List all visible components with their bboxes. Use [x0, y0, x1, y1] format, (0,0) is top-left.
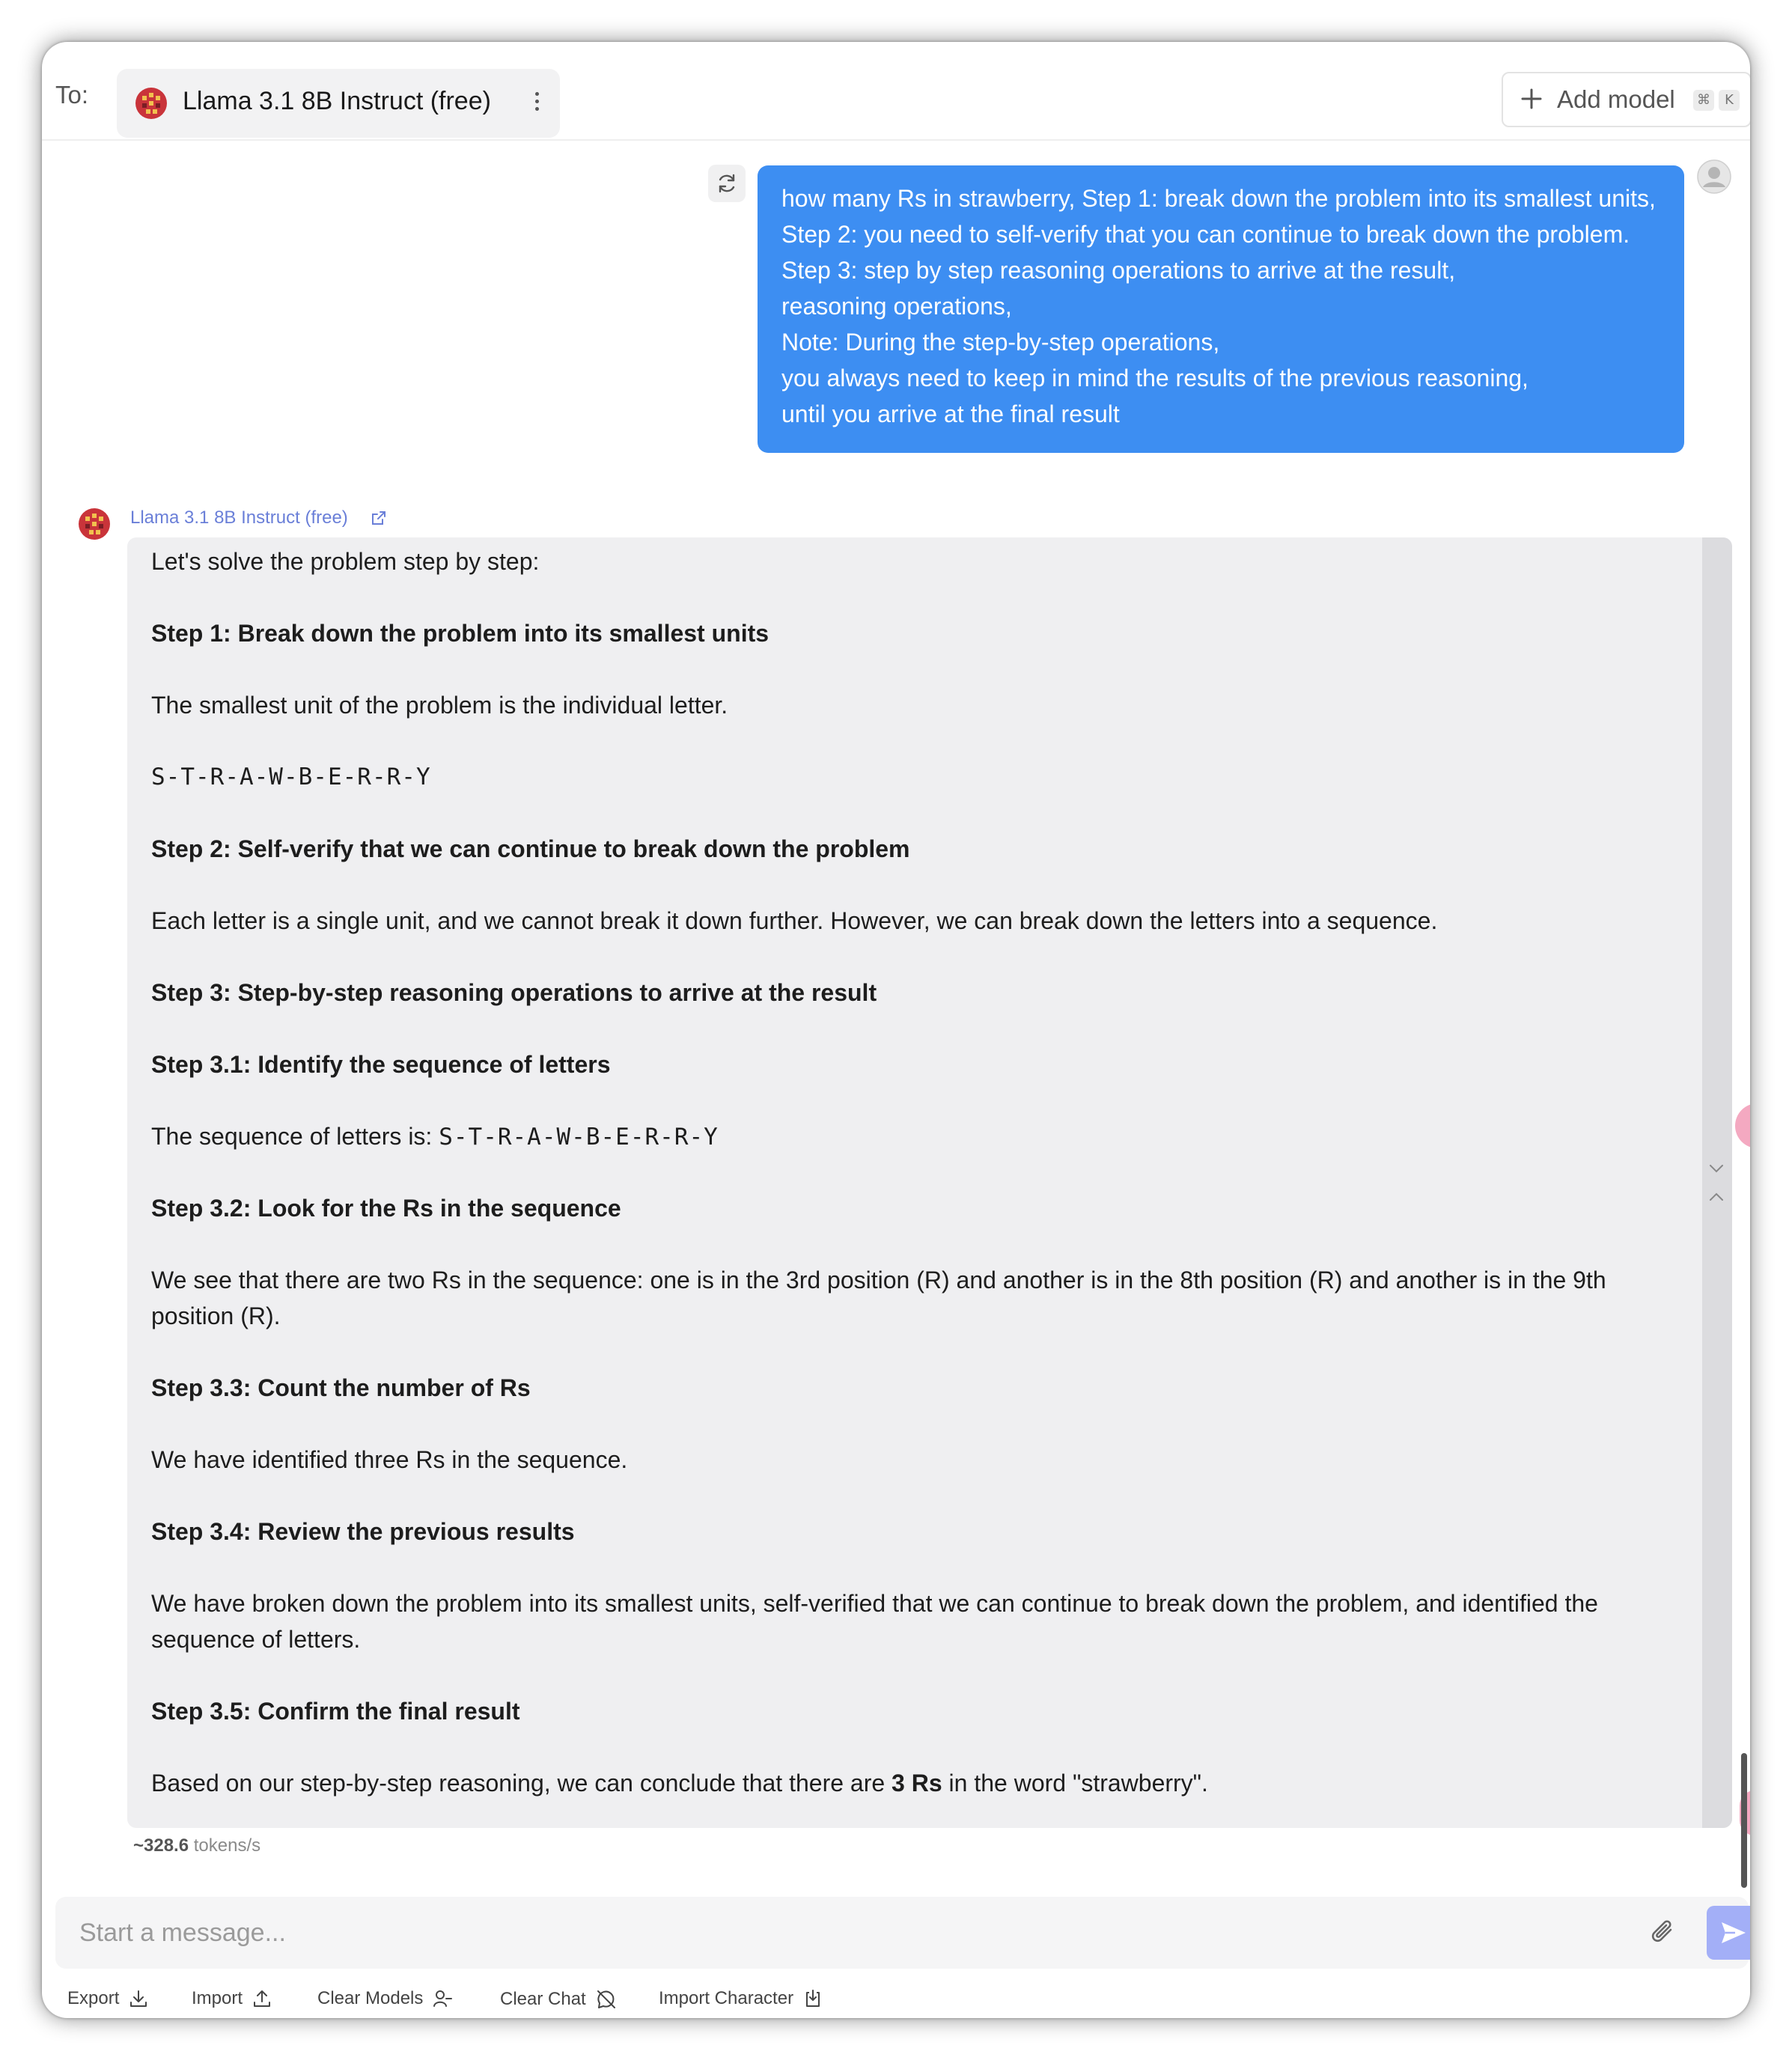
- conclusion-text: Based on our step-by-step reasoning, we …: [151, 1770, 1208, 1797]
- side-handle-top[interactable]: [1735, 1103, 1750, 1148]
- upload-icon: [254, 1990, 271, 2007]
- import-file-icon: [806, 1990, 820, 2007]
- step34-heading: Step 3.4: Review the previous results: [151, 1518, 575, 1545]
- model-selector-chip[interactable]: Llama 3.1 8B Instruct (free): [117, 69, 560, 138]
- paperclip-icon[interactable]: [1648, 1916, 1678, 1949]
- user-minus-icon: [433, 1990, 453, 2007]
- step1-text: The smallest unit of the problem is the …: [151, 692, 728, 719]
- clear-models-button[interactable]: Clear Models: [317, 1988, 453, 2009]
- clear-chat-label: Clear Chat: [500, 1989, 586, 2009]
- shortcut-cmd-key: ⌘: [1693, 90, 1714, 111]
- download-icon: [130, 1990, 147, 2007]
- step32-heading: Step 3.2: Look for the Rs in the sequenc…: [151, 1195, 621, 1222]
- import-label: Import: [192, 1988, 243, 2008]
- tokens-speed: ~328.6 tokens/s: [133, 1835, 261, 1856]
- header-divider: [42, 139, 1750, 141]
- step1-heading: Step 1: Break down the problem into its …: [151, 620, 769, 647]
- page-scrollbar[interactable]: [1741, 1753, 1747, 1888]
- clear-chat-button[interactable]: Clear Chat: [500, 1988, 618, 2011]
- user-message-line: you always need to keep in mind the resu…: [781, 365, 1529, 391]
- step32-text-line1: We see that there are two Rs in the sequ…: [151, 1267, 1606, 1293]
- user-message-bubble: how many Rs in strawberry, Step 1: break…: [758, 165, 1684, 453]
- message-input[interactable]: [78, 1913, 1578, 1952]
- step33-heading: Step 3.3: Count the number of Rs: [151, 1374, 531, 1401]
- step32-text-line2: position (R).: [151, 1302, 281, 1329]
- step33-text: We have identified three Rs in the seque…: [151, 1446, 628, 1473]
- clear-models-label: Clear Models: [317, 1988, 424, 2008]
- step34-text-line2: sequence of letters.: [151, 1626, 361, 1653]
- assistant-avatar-icon: [79, 508, 110, 540]
- send-button[interactable]: [1707, 1906, 1750, 1960]
- refresh-icon: [719, 174, 735, 193]
- step31-heading: Step 3.1: Identify the sequence of lette…: [151, 1051, 611, 1078]
- import-character-label: Import Character: [659, 1988, 794, 2008]
- add-model-button[interactable]: Add model ⌘ K: [1502, 72, 1750, 127]
- user-message-line: Note: During the step-by-step operations…: [781, 329, 1220, 356]
- user-avatar-icon: [1697, 159, 1731, 194]
- plus-icon: [1521, 88, 1542, 109]
- user-message-line: Step 3: step by step reasoning operation…: [781, 257, 1456, 284]
- send-icon: [1722, 1922, 1746, 1943]
- add-model-label: Add model: [1557, 85, 1675, 113]
- shortcut-k-key: K: [1719, 90, 1740, 111]
- to-label: To:: [55, 81, 89, 109]
- user-message-line: Step 2: you need to self-verify that you…: [781, 221, 1630, 248]
- intro-text: Let's solve the problem step by step:: [151, 548, 540, 575]
- chat-off-icon: [597, 1990, 615, 2008]
- chat-window: To: Llama 3.1 8B Instruct (free) Add mod…: [42, 42, 1750, 2018]
- export-label: Export: [67, 1988, 120, 2008]
- assistant-model-link[interactable]: Llama 3.1 8B Instruct (free): [130, 508, 348, 528]
- regenerate-button[interactable]: [708, 165, 746, 202]
- selected-model-name: Llama 3.1 8B Instruct (free): [183, 87, 491, 115]
- user-message-line: reasoning operations,: [781, 293, 1012, 320]
- step31-text: The sequence of letters is: S-T-R-A-W-B-…: [151, 1123, 719, 1151]
- step2-text: Each letter is a single unit, and we can…: [151, 907, 1438, 934]
- step34-text-line1: We have broken down the problem into its…: [151, 1590, 1598, 1617]
- letters-sequence: S-T-R-A-W-B-E-R-R-Y: [151, 764, 431, 790]
- import-character-button[interactable]: Import Character: [659, 1988, 823, 2009]
- model-avatar-icon: [135, 88, 167, 119]
- message-scrollbar[interactable]: [1702, 537, 1732, 1828]
- user-message-line: how many Rs in strawberry, Step 1: break…: [781, 185, 1656, 212]
- step2-heading: Step 2: Self-verify that we can continue…: [151, 835, 910, 862]
- assistant-message-bubble: Let's solve the problem step by step: St…: [127, 537, 1732, 1828]
- user-message-line: until you arrive at the final result: [781, 400, 1120, 427]
- export-button[interactable]: Export: [67, 1988, 149, 2009]
- model-options-icon[interactable]: [533, 88, 540, 118]
- import-button[interactable]: Import: [192, 1988, 272, 2009]
- step3-heading: Step 3: Step-by-step reasoning operation…: [151, 979, 877, 1006]
- step35-heading: Step 3.5: Confirm the final result: [151, 1698, 520, 1725]
- message-composer: [55, 1897, 1750, 1969]
- chevron-up-icon[interactable]: [1708, 1192, 1725, 1202]
- external-link-icon[interactable]: [370, 509, 388, 527]
- chevron-down-icon[interactable]: [1708, 1163, 1725, 1174]
